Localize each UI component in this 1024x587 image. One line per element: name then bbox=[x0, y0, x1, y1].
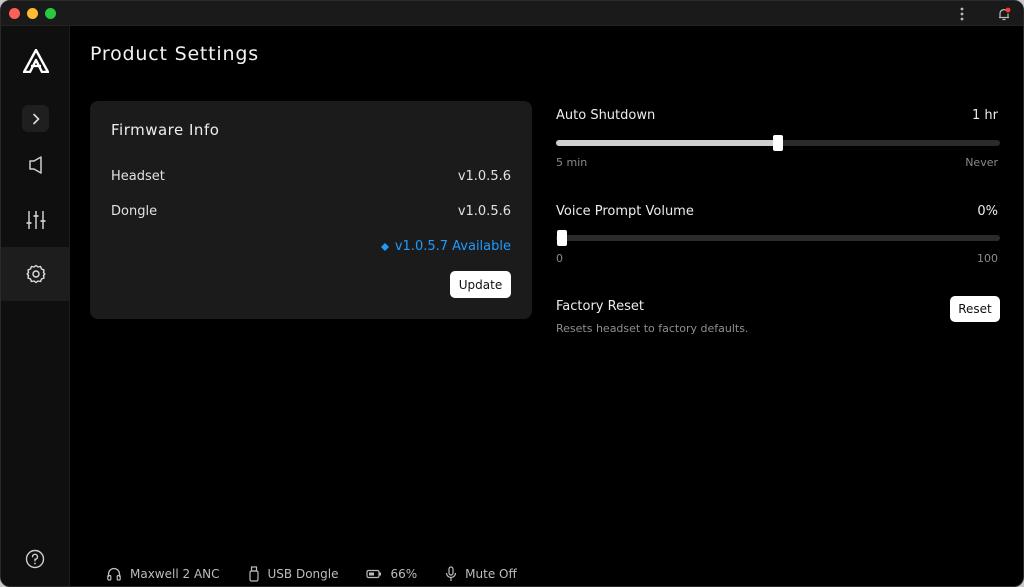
auto-shutdown-slider-thumb[interactable] bbox=[773, 135, 783, 151]
sidebar-item-sound[interactable] bbox=[1, 138, 70, 192]
status-battery-level: 66% bbox=[390, 567, 418, 581]
voice-prompt-max-label: 100 bbox=[977, 252, 998, 265]
voice-prompt-volume-label: Voice Prompt Volume bbox=[556, 204, 694, 219]
auto-shutdown-slider-fill bbox=[556, 140, 778, 146]
sidebar-item-settings[interactable] bbox=[1, 247, 70, 301]
voice-prompt-volume-value: 0% bbox=[977, 204, 998, 219]
firmware-update-available[interactable]: v1.0.5.7 Available bbox=[380, 239, 511, 254]
status-connection: USB Dongle bbox=[248, 566, 339, 582]
firmware-info-title: Firmware Info bbox=[111, 121, 220, 139]
firmware-row-value: v1.0.5.6 bbox=[457, 204, 511, 219]
more-options-icon[interactable] bbox=[952, 4, 972, 24]
auto-shutdown-min-label: 5 min bbox=[556, 156, 588, 169]
auto-shutdown-value: 1 hr bbox=[972, 108, 998, 123]
status-mic: Mute Off bbox=[445, 566, 517, 582]
chevron-right-icon bbox=[32, 113, 40, 124]
firmware-row-headset: Headset v1.0.5.6 bbox=[111, 169, 511, 189]
status-device: Maxwell 2 ANC bbox=[106, 566, 220, 582]
firmware-row-label: Headset bbox=[111, 169, 165, 184]
factory-reset-description: Resets headset to factory defaults. bbox=[556, 322, 749, 335]
firmware-available-version: v1.0.5.7 Available bbox=[394, 239, 511, 254]
auto-shutdown-slider[interactable] bbox=[556, 135, 1000, 151]
status-mic-label: Mute Off bbox=[465, 567, 517, 581]
status-connection-label: USB Dongle bbox=[267, 567, 339, 581]
status-battery: 66% bbox=[366, 567, 417, 581]
speaker-icon bbox=[28, 156, 42, 174]
expand-sidebar-button[interactable] bbox=[22, 105, 49, 132]
help-icon[interactable] bbox=[25, 549, 45, 569]
headphones-icon bbox=[107, 567, 121, 581]
close-window-button[interactable] bbox=[9, 8, 20, 19]
battery-icon bbox=[366, 569, 382, 579]
sliders-icon bbox=[26, 211, 45, 229]
factory-reset-button[interactable]: Reset bbox=[950, 296, 1000, 322]
voice-prompt-min-label: 0 bbox=[556, 252, 563, 265]
microphone-icon bbox=[446, 566, 457, 581]
brand-logo-icon bbox=[23, 49, 49, 73]
title-bar bbox=[1, 1, 1023, 26]
voice-prompt-volume-slider[interactable] bbox=[556, 230, 1000, 246]
usb-dongle-icon bbox=[248, 566, 259, 582]
status-device-name: Maxwell 2 ANC bbox=[130, 567, 220, 581]
app-window: Product Settings Firmware Info Update v1… bbox=[0, 0, 1024, 587]
status-bar: Maxwell 2 ANC USB Dongle 66% Mute Off bbox=[106, 563, 545, 585]
firmware-row-dongle: Dongle v1.0.5.6 bbox=[111, 204, 511, 224]
sidebar-item-equalizer[interactable] bbox=[1, 193, 70, 247]
factory-reset-label: Factory Reset bbox=[556, 299, 644, 314]
gear-icon bbox=[26, 264, 45, 284]
firmware-row-value: v1.0.5.6 bbox=[457, 169, 511, 184]
page-title: Product Settings bbox=[90, 43, 259, 65]
diamond-icon bbox=[380, 242, 389, 251]
auto-shutdown-label: Auto Shutdown bbox=[556, 108, 656, 123]
sidebar bbox=[1, 26, 70, 586]
auto-shutdown-max-label: Never bbox=[965, 156, 998, 169]
firmware-row-label: Dongle bbox=[111, 204, 158, 219]
voice-prompt-volume-slider-thumb[interactable] bbox=[557, 230, 567, 246]
update-firmware-button[interactable]: Update bbox=[450, 271, 511, 298]
notification-bell-icon[interactable] bbox=[994, 4, 1014, 24]
maximize-window-button[interactable] bbox=[45, 8, 56, 19]
minimize-window-button[interactable] bbox=[27, 8, 38, 19]
